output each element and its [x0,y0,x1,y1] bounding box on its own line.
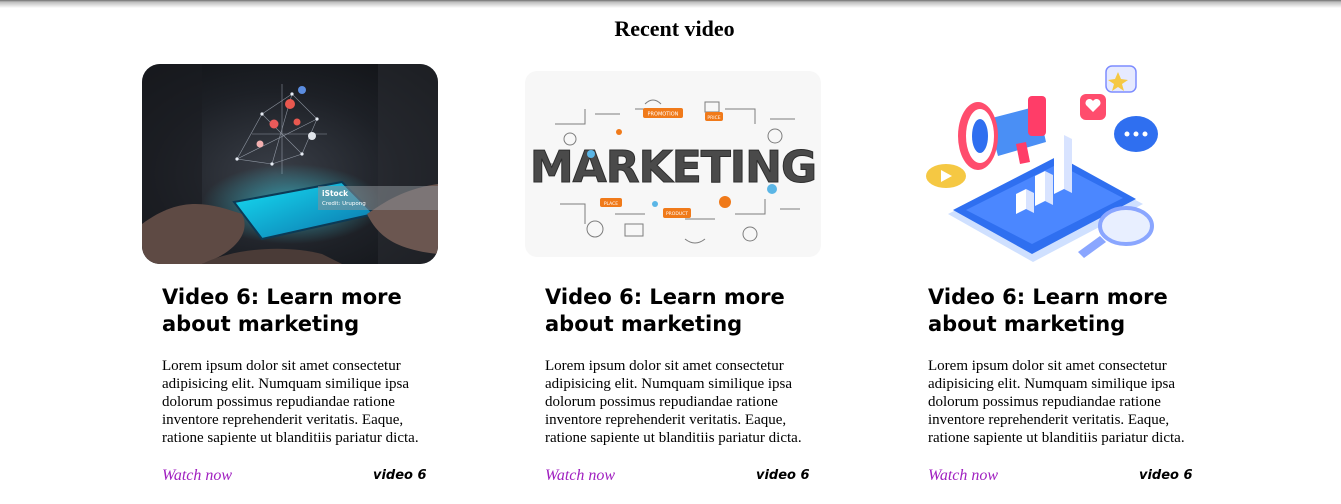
video-thumbnail[interactable] [908,64,1204,264]
card-description: Lorem ipsum dolor sit amet consectetur a… [545,358,802,446]
video-tag: video 6 [1139,468,1193,483]
video-thumbnail[interactable]: iStock Credit: Urupong [142,64,438,264]
smartphone-photo-image: iStock Credit: Urupong [142,64,438,264]
card-title: Video 6: Learn more about marketing [162,285,402,336]
watch-now-link[interactable]: Watch now [162,467,232,485]
photo-credit: Credit: Urupong [322,201,366,207]
card-title: Video 6: Learn more about marketing [928,285,1168,336]
video-tag: video 6 [373,468,427,483]
card-description: Lorem ipsum dolor sit amet consectetur a… [162,358,419,446]
card-title: Video 6: Learn more about marketing [545,285,785,336]
chip-price: PRICE [707,115,720,121]
watch-now-link[interactable]: Watch now [928,467,998,485]
video-thumbnail[interactable]: MARKETING PROMOTION PRICE PLACE PRODUCT [525,64,821,264]
header-shadow [0,0,1341,8]
chip-place: PLACE [604,201,618,207]
watch-now-link[interactable]: Watch now [545,467,615,485]
megaphone-tablet-illustration-image [908,64,1204,264]
section-title: Recent video [614,16,735,41]
chip-promotion: PROMOTION [648,112,679,118]
chip-product: PRODUCT [666,211,688,217]
istock-watermark: iStock [322,189,349,198]
card-description: Lorem ipsum dolor sit amet consectetur a… [928,358,1185,446]
marketing-illustration-image: MARKETING PROMOTION PRICE PLACE PRODUCT [525,71,821,257]
video-tag: video 6 [756,468,810,483]
